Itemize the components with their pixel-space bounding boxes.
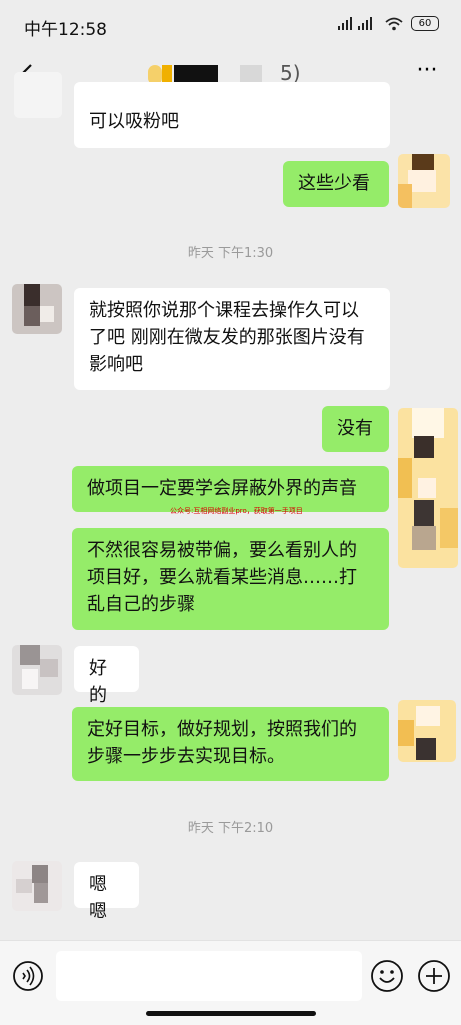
- voice-input-icon[interactable]: [12, 960, 44, 992]
- avatar-image: [398, 408, 458, 568]
- message-bubble[interactable]: 这些少看: [283, 161, 389, 207]
- status-time: 中午12:58: [24, 20, 107, 40]
- message-text: 这些少看: [298, 173, 370, 194]
- message-text: 不然很容易被带偏，要么看别人的项目好，要么就看某些消息……打乱自己的步骤: [87, 540, 357, 615]
- watermark-text: 公众号:互相网络副业pro，获取第一手项目: [170, 507, 303, 515]
- avatar-image: [398, 154, 450, 208]
- battery-icon: 60: [411, 16, 439, 31]
- message-text: 可以吸粉吧: [89, 111, 179, 132]
- avatar[interactable]: [398, 700, 456, 762]
- status-icons: 60: [337, 16, 439, 31]
- signal-icon: [338, 16, 372, 30]
- message-text: 嗯嗯: [89, 874, 107, 922]
- avatar-image: [12, 284, 62, 334]
- emoji-icon[interactable]: [370, 959, 404, 993]
- avatar-image: [12, 861, 62, 911]
- message-bubble[interactable]: 定好目标，做好规划，按照我们的步骤一步步去实现目标。: [72, 707, 389, 781]
- timestamp: 昨天 下午2:10: [187, 821, 274, 836]
- avatar-image: [398, 700, 456, 762]
- avatar[interactable]: [398, 154, 450, 208]
- message-bubble[interactable]: 不然很容易被带偏，要么看别人的项目好，要么就看某些消息……打乱自己的步骤: [72, 528, 389, 630]
- message-bubble[interactable]: 可以吸粉吧: [74, 82, 390, 148]
- wifi-icon: [385, 17, 403, 30]
- avatar[interactable]: [12, 284, 62, 334]
- status-bar: 中午12:58 60: [0, 0, 461, 52]
- avatar[interactable]: [12, 861, 62, 911]
- message-text: 定好目标，做好规划，按照我们的步骤一步步去实现目标。: [87, 719, 357, 767]
- plus-icon[interactable]: [417, 959, 451, 993]
- message-bubble[interactable]: 好的: [74, 646, 139, 706]
- message-text: 就按照你说那个课程去操作久可以了吧 刚刚在微友发的那张图片没有影响吧: [89, 300, 365, 375]
- avatar: [14, 72, 62, 118]
- message-text: 好的: [89, 658, 107, 706]
- home-indicator: [146, 1011, 316, 1016]
- timestamp: 昨天 下午1:30: [187, 246, 274, 261]
- avatar-image: [12, 645, 62, 695]
- message-text: 没有: [337, 418, 373, 439]
- avatar[interactable]: [398, 408, 458, 568]
- message-text: 做项目一定要学会屏蔽外界的声音: [87, 478, 357, 499]
- avatar[interactable]: [12, 645, 62, 695]
- message-bubble[interactable]: 没有: [322, 406, 389, 452]
- message-bubble[interactable]: 嗯嗯: [74, 862, 139, 922]
- message-bubble[interactable]: 就按照你说那个课程去操作久可以了吧 刚刚在微友发的那张图片没有影响吧: [74, 288, 390, 390]
- more-button[interactable]: ···: [411, 60, 443, 88]
- message-input[interactable]: [56, 951, 362, 1001]
